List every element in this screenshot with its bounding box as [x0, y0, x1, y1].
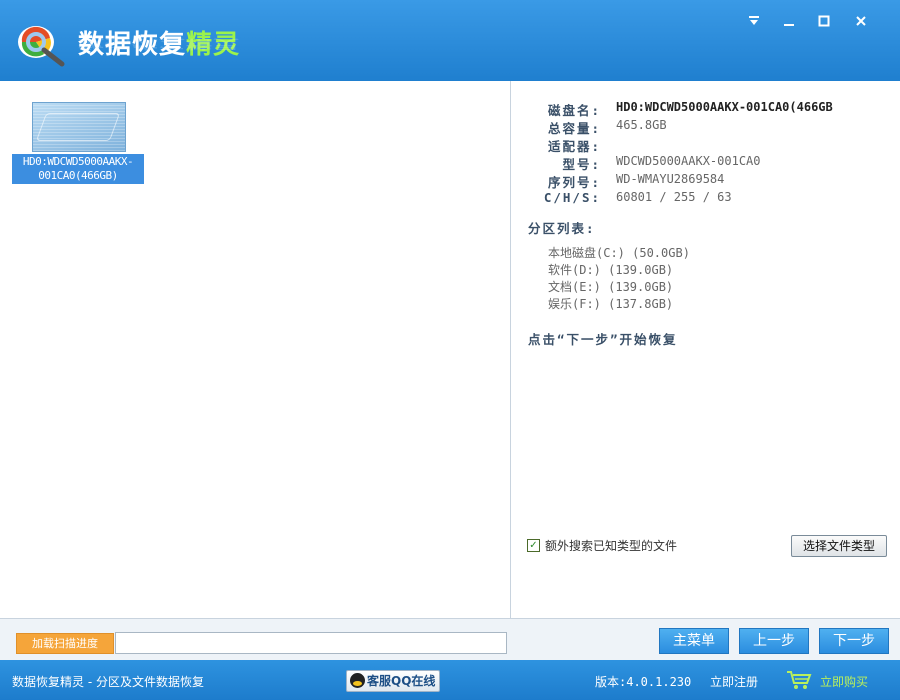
- disk-item-label: HD0:WDCWD5000AAKX-001CA0(466GB): [12, 154, 144, 184]
- maximize-icon[interactable]: [811, 12, 837, 34]
- qq-penguin-icon: [350, 673, 365, 688]
- chs-label: C/H/S:: [543, 190, 601, 205]
- partition-item: 娱乐(F:) (137.8GB): [548, 297, 674, 311]
- version-text: 版本:4.0.1.230: [595, 675, 692, 689]
- chs-value: 60801 / 255 / 63: [616, 190, 732, 204]
- title-bar[interactable]: 数据恢复精灵 数据恢复精灵: [0, 0, 900, 81]
- serial-label: 序列号:: [547, 175, 601, 190]
- register-link[interactable]: 立即注册: [710, 673, 758, 690]
- next-step-button[interactable]: 下一步: [819, 628, 889, 654]
- close-icon[interactable]: [848, 12, 874, 34]
- extra-search-label[interactable]: 额外搜索已知类型的文件: [545, 537, 677, 554]
- buy-now-link[interactable]: 立即购买: [820, 673, 868, 690]
- action-bar: 加载扫描进度 主菜单 上一步 下一步: [0, 618, 900, 661]
- scan-progress-field: [115, 632, 507, 654]
- model-value: WDCWD5000AAKX-001CA0: [616, 154, 761, 168]
- disk-item[interactable]: HD0:WDCWD5000AAKX-001CA0(466GB): [12, 102, 144, 184]
- partition-list-title: 分区列表:: [528, 221, 596, 236]
- partition-list: 本地磁盘(C:) (50.0GB) 软件(D:) (139.0GB) 文档(E:…: [548, 244, 690, 312]
- partition-item: 本地磁盘(C:) (50.0GB): [548, 246, 690, 260]
- hard-disk-icon: [32, 102, 126, 152]
- partition-item: 软件(D:) (139.0GB): [548, 263, 674, 277]
- select-file-type-button[interactable]: 选择文件类型: [791, 535, 887, 557]
- disk-info-panel: 磁盘名: HD0:WDCWD5000AAKX-001CA0(466GB 总容量:…: [511, 81, 900, 618]
- qq-support-label: 客服QQ在线: [367, 674, 436, 688]
- adapter-label: 适配器:: [547, 139, 601, 154]
- model-label: 型号:: [562, 157, 601, 172]
- app-title-reflection: 数据恢复精灵: [78, 36, 241, 51]
- next-step-hint: 点击“下一步”开始恢复: [528, 332, 678, 347]
- extra-search-checkbox[interactable]: ✓: [527, 539, 540, 552]
- load-scan-progress-button[interactable]: 加载扫描进度: [16, 633, 114, 654]
- capacity-value: 465.8GB: [616, 118, 667, 132]
- qq-support-button[interactable]: 客服QQ在线: [346, 670, 440, 692]
- prev-step-button[interactable]: 上一步: [739, 628, 809, 654]
- partition-item: 文档(E:) (139.0GB): [548, 280, 674, 294]
- shopping-cart-icon[interactable]: [786, 669, 812, 691]
- serial-value: WD-WMAYU2869584: [616, 172, 725, 186]
- disk-name-value: HD0:WDCWD5000AAKX-001CA0(466GB: [616, 100, 833, 114]
- disk-name-label: 磁盘名:: [547, 103, 601, 118]
- minimize-icon[interactable]: [776, 12, 802, 34]
- capacity-label: 总容量:: [547, 121, 601, 136]
- status-description: 数据恢复精灵 - 分区及文件数据恢复: [12, 675, 204, 689]
- app-logo-icon: [18, 26, 65, 67]
- status-bar: 数据恢复精灵 - 分区及文件数据恢复 客服QQ在线 版本:4.0.1.230 立…: [0, 660, 900, 700]
- app-window: 数据恢复精灵 数据恢复精灵 HD0:WDCWD5000AAKX-001CA0(4…: [0, 0, 900, 700]
- dropdown-icon[interactable]: [741, 12, 767, 34]
- disk-list-panel: HD0:WDCWD5000AAKX-001CA0(466GB): [0, 81, 511, 618]
- main-menu-button[interactable]: 主菜单: [659, 628, 729, 654]
